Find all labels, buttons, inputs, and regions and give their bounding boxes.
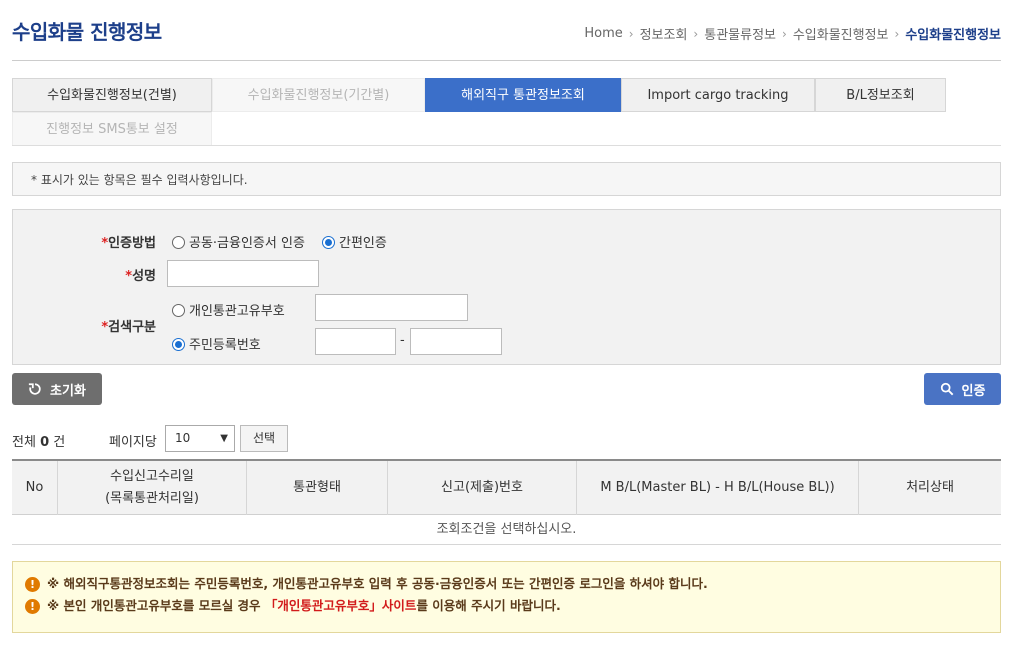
chevron-right-icon: ›	[693, 26, 699, 41]
resident-number-front-input[interactable]	[315, 328, 396, 355]
col-customs-type: 통관형태	[247, 461, 388, 515]
result-table: No 수입신고수리일 (목록통관처리일) 통관형태 신고(제출)번호 M B/L…	[12, 459, 1001, 545]
customs-code-site-link[interactable]: 「개인통관고유부호」사이트	[265, 595, 417, 617]
tab-cargo-by-period[interactable]: 수입화물진행정보(기간별)	[212, 78, 425, 112]
radio-customs-code[interactable]: 개인통관고유부호	[172, 300, 285, 319]
warning-line-2: ! ※ 본인 개인통관고유부호를 모르실 경우 「개인통관고유부호」사이트 를 이…	[25, 595, 1000, 617]
per-page-label: 페이지당	[109, 435, 157, 450]
resident-number-separator: -	[400, 333, 405, 348]
tab-bl-info[interactable]: B/L정보조회	[815, 78, 946, 112]
exclamation-icon: !	[25, 598, 40, 614]
tab-cargo-by-case[interactable]: 수입화물진행정보(건별)	[12, 78, 212, 112]
resident-number-back-input[interactable]	[410, 328, 502, 355]
radio-checked-icon	[322, 236, 335, 249]
page-title: 수입화물 진행정보	[12, 20, 162, 44]
title-divider	[12, 60, 1001, 61]
warning-line-1: ! ※ 해외직구통관정보조회는 주민등록번호, 개인통관고유부호 입력 후 공동…	[25, 573, 1000, 595]
customs-code-input[interactable]	[315, 294, 468, 321]
name-input[interactable]	[167, 260, 319, 287]
refresh-icon	[28, 383, 41, 395]
breadcrumb-info-lookup[interactable]: 정보조회	[640, 24, 688, 43]
exclamation-icon: !	[25, 576, 40, 592]
chevron-right-icon: ›	[894, 26, 900, 41]
chevron-right-icon: ›	[628, 26, 634, 41]
total-count: 전체 0 건	[12, 435, 66, 450]
breadcrumb-customs-logistics[interactable]: 통관물류정보	[704, 24, 776, 43]
warning-box: ! ※ 해외직구통관정보조회는 주민등록번호, 개인통관고유부호 입력 후 공동…	[12, 561, 1001, 633]
per-page-select[interactable]: 10 ▼	[165, 425, 235, 452]
col-status: 처리상태	[906, 480, 954, 495]
col-declaration-number: 신고(제출)번호	[388, 461, 577, 515]
col-no: No	[12, 461, 58, 515]
col-accept-date: 수입신고수리일 (목록통관처리일)	[58, 461, 247, 515]
chevron-down-icon: ▼	[220, 433, 228, 444]
breadcrumb-home[interactable]: Home	[584, 26, 622, 41]
breadcrumb-current: 수입화물진행정보	[905, 28, 1001, 43]
search-type-label: *검색구분	[101, 320, 156, 335]
name-label: *성명	[125, 269, 156, 284]
auth-form: *인증방법 공동·금융인증서 인증 간편인증 *성명 *검색구분 개인통관고유부…	[12, 209, 1001, 365]
tab-sms-notification[interactable]: 진행정보 SMS통보 설정	[12, 112, 212, 146]
empty-row: 조회조건을 선택하십시오.	[12, 515, 1001, 545]
auth-method-label: *인증방법	[101, 236, 156, 251]
radio-unchecked-icon	[172, 304, 185, 317]
select-button[interactable]: 선택	[240, 425, 288, 452]
tab-divider	[12, 145, 1001, 146]
tab-direct-purchase-customs[interactable]: 해외직구 통관정보조회	[425, 78, 621, 112]
col-bl-number: M B/L(Master BL) - H B/L(House BL))	[577, 461, 859, 515]
radio-checked-icon	[172, 338, 185, 351]
chevron-right-icon: ›	[782, 26, 787, 41]
radio-unchecked-icon	[172, 236, 185, 249]
reset-button[interactable]: 초기화	[12, 373, 102, 405]
table-header: No 수입신고수리일 (목록통관처리일) 통관형태 신고(제출)번호 M B/L…	[12, 461, 1001, 515]
radio-resident-number[interactable]: 주민등록번호	[172, 334, 261, 353]
radio-simple-auth[interactable]: 간편인증	[322, 232, 387, 251]
tab-import-cargo-tracking[interactable]: Import cargo tracking	[621, 78, 815, 112]
search-icon	[940, 382, 953, 396]
required-notice: * 표시가 있는 항목은 필수 입력사항입니다.	[12, 162, 1001, 196]
breadcrumb-import-cargo[interactable]: 수입화물진행정보	[793, 24, 889, 43]
radio-cert-auth[interactable]: 공동·금융인증서 인증	[172, 232, 305, 251]
auth-button[interactable]: 인증	[924, 373, 1001, 405]
breadcrumb: Home › 정보조회 › 통관물류정보 › 수입화물진행정보 › 수입화물진행…	[584, 24, 1001, 43]
